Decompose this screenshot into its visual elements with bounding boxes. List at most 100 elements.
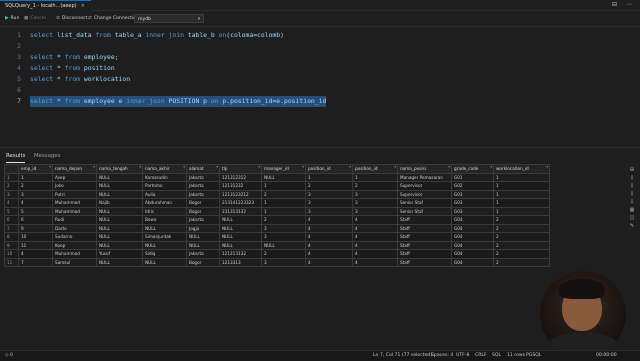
table-cell[interactable]: 6 <box>18 215 53 225</box>
table-cell[interactable]: NULL <box>219 215 262 225</box>
table-cell[interactable]: NULL <box>96 215 143 225</box>
table-cell[interactable]: 4 <box>352 240 398 250</box>
code-line[interactable]: 5 select * from worklocation <box>0 74 640 85</box>
column-header[interactable]: emp_id ▾ <box>18 164 53 174</box>
table-cell[interactable]: 3 <box>352 198 398 208</box>
column-header[interactable]: nama_tengah ▾ <box>96 164 143 174</box>
table-cell[interactable]: 1213123212 <box>219 189 262 199</box>
column-menu-icon[interactable]: ▾ <box>216 165 218 169</box>
row-number[interactable]: 2 <box>4 181 19 191</box>
table-cell[interactable]: Idris <box>142 206 187 216</box>
table-cell[interactable]: Joko <box>52 181 97 191</box>
table-cell[interactable]: Sidiq <box>142 249 187 259</box>
table-cell[interactable]: 5 <box>18 206 53 216</box>
save-excel-icon[interactable]: ⇩ <box>627 190 637 198</box>
table-row[interactable]: 5 5 Muhammad NULL Idris Bogor 231313132 1 3 3 Seni… <box>4 206 550 216</box>
column-header[interactable]: nama_posisi ▾ <box>397 164 452 174</box>
table-cell[interactable]: G04 <box>451 249 494 259</box>
table-cell[interactable]: G03 <box>451 198 494 208</box>
code-line[interactable]: 7 select * from employee e inner join POS… <box>0 96 640 107</box>
cancel-button[interactable]: ■ Cancel <box>24 11 46 26</box>
table-cell[interactable]: NULL <box>219 240 262 250</box>
editor-tab[interactable]: SQLQuery_1 - localh...(aeep) × <box>0 0 91 11</box>
table-cell[interactable]: 2 <box>18 181 53 191</box>
table-cell[interactable]: Putri <box>52 189 97 199</box>
table-cell[interactable]: 3 <box>352 189 398 199</box>
table-cell[interactable]: 3 <box>305 189 353 199</box>
table-cell[interactable]: NULL <box>96 206 143 216</box>
table-cell[interactable]: 2 <box>493 249 550 259</box>
table-cell[interactable]: NULL <box>142 257 187 267</box>
table-cell[interactable]: 2 <box>261 215 306 225</box>
table-cell[interactable]: Manager Pemasaran <box>397 172 452 182</box>
table-cell[interactable]: 4 <box>305 240 353 250</box>
table-cell[interactable]: 3 <box>305 198 353 208</box>
table-cell[interactable]: Jakarta <box>186 215 220 225</box>
table-cell[interactable]: Staff <box>397 249 452 259</box>
table-cell[interactable]: 1 <box>261 181 306 191</box>
table-cell[interactable]: NULL <box>96 257 143 267</box>
table-cell[interactable]: 1 <box>18 172 53 182</box>
table-cell[interactable]: Muhammad <box>52 249 97 259</box>
table-row[interactable]: 3 3 Putri NULL Aulia Jakarta 1213123212 2 3 3 Supe… <box>4 189 550 199</box>
table-cell[interactable]: 2 <box>261 189 306 199</box>
column-menu-icon[interactable]: ▾ <box>302 165 304 169</box>
row-number[interactable]: 4 <box>4 198 19 208</box>
copy-icon[interactable]: ◫ <box>627 214 637 222</box>
table-row[interactable]: 9 11 Koep NULL NULL NULL NULL NULL 4 4 Staff G04 2 <box>4 240 550 250</box>
tab-messages[interactable]: Messages <box>34 150 60 162</box>
table-cell[interactable]: Jakarta <box>186 172 220 182</box>
table-cell[interactable]: 12131232 <box>219 181 262 191</box>
table-cell[interactable]: Darto <box>52 223 97 233</box>
table-cell[interactable]: Bogor <box>186 257 220 267</box>
table-cell[interactable]: 231313132 <box>219 206 262 216</box>
row-number[interactable]: 8 <box>4 232 19 242</box>
table-cell[interactable]: 1 <box>493 172 550 182</box>
table-cell[interactable]: 2 <box>493 257 550 267</box>
table-cell[interactable]: 4 <box>352 232 398 242</box>
row-number[interactable]: 1 <box>4 172 19 182</box>
row-number[interactable]: 3 <box>4 189 19 199</box>
table-cell[interactable]: Staff <box>397 215 452 225</box>
table-cell[interactable]: 3 <box>261 257 306 267</box>
table-cell[interactable]: NULL <box>96 232 143 242</box>
column-header[interactable]: grade_code ▾ <box>451 164 494 174</box>
table-cell[interactable]: 4 <box>305 223 353 233</box>
save-csv-icon[interactable]: ⇩ <box>627 174 637 182</box>
column-menu-icon[interactable]: ▾ <box>183 165 185 169</box>
row-number[interactable]: 5 <box>4 206 19 216</box>
table-cell[interactable]: 1 <box>305 172 353 182</box>
save-xml-icon[interactable]: ⇩ <box>627 198 637 206</box>
table-cell[interactable]: Abdurahman <box>142 198 187 208</box>
table-cell[interactable]: 4 <box>352 215 398 225</box>
table-cell[interactable]: Supervisor <box>397 181 452 191</box>
table-cell[interactable]: 2 <box>352 181 398 191</box>
table-cell[interactable]: 4 <box>305 232 353 242</box>
table-cell[interactable]: 2 <box>261 249 306 259</box>
column-header[interactable]: nama_depan ▾ <box>52 164 97 174</box>
table-cell[interactable]: Muhammad <box>52 198 97 208</box>
table-cell[interactable]: Staff <box>397 232 452 242</box>
table-cell[interactable]: Aulia <box>142 189 187 199</box>
table-cell[interactable]: 4 <box>352 249 398 259</box>
table-row[interactable]: 1 1 Asep NULL Komarudin Jakarta 121312312 NULL 1… <box>4 172 550 182</box>
disconnect-button[interactable]: ⊘ Disconnect <box>56 11 87 26</box>
table-row[interactable]: 8 10 Sudarno NULL Simanjuntak NULL NULL 3 4 4 Staf… <box>4 232 550 242</box>
table-cell[interactable]: 1 <box>352 172 398 182</box>
table-cell[interactable]: 1 <box>493 206 550 216</box>
column-header[interactable]: manager_id ▾ <box>261 164 306 174</box>
code-line[interactable]: 4 select * from position <box>0 63 640 74</box>
table-row[interactable]: 7 9 Darto NULL NULL Jogja NULL 3 4 4 Staff G04 2 <box>4 223 550 233</box>
column-menu-icon[interactable]: ▾ <box>394 165 396 169</box>
maximize-icon[interactable]: ⊞ <box>627 166 637 174</box>
code-line[interactable]: 6 <box>0 85 640 96</box>
chart-icon[interactable]: ▦ <box>627 206 637 214</box>
column-header[interactable]: nama_akhir ▾ <box>142 164 187 174</box>
table-cell[interactable]: 4 <box>18 249 53 259</box>
table-cell[interactable]: NULL <box>219 223 262 233</box>
column-header[interactable]: alamat ▾ <box>186 164 220 174</box>
table-cell[interactable]: Bogor <box>186 198 220 208</box>
table-cell[interactable]: Jakarta <box>186 249 220 259</box>
table-cell[interactable]: G04 <box>451 223 494 233</box>
table-cell[interactable]: G04 <box>451 215 494 225</box>
